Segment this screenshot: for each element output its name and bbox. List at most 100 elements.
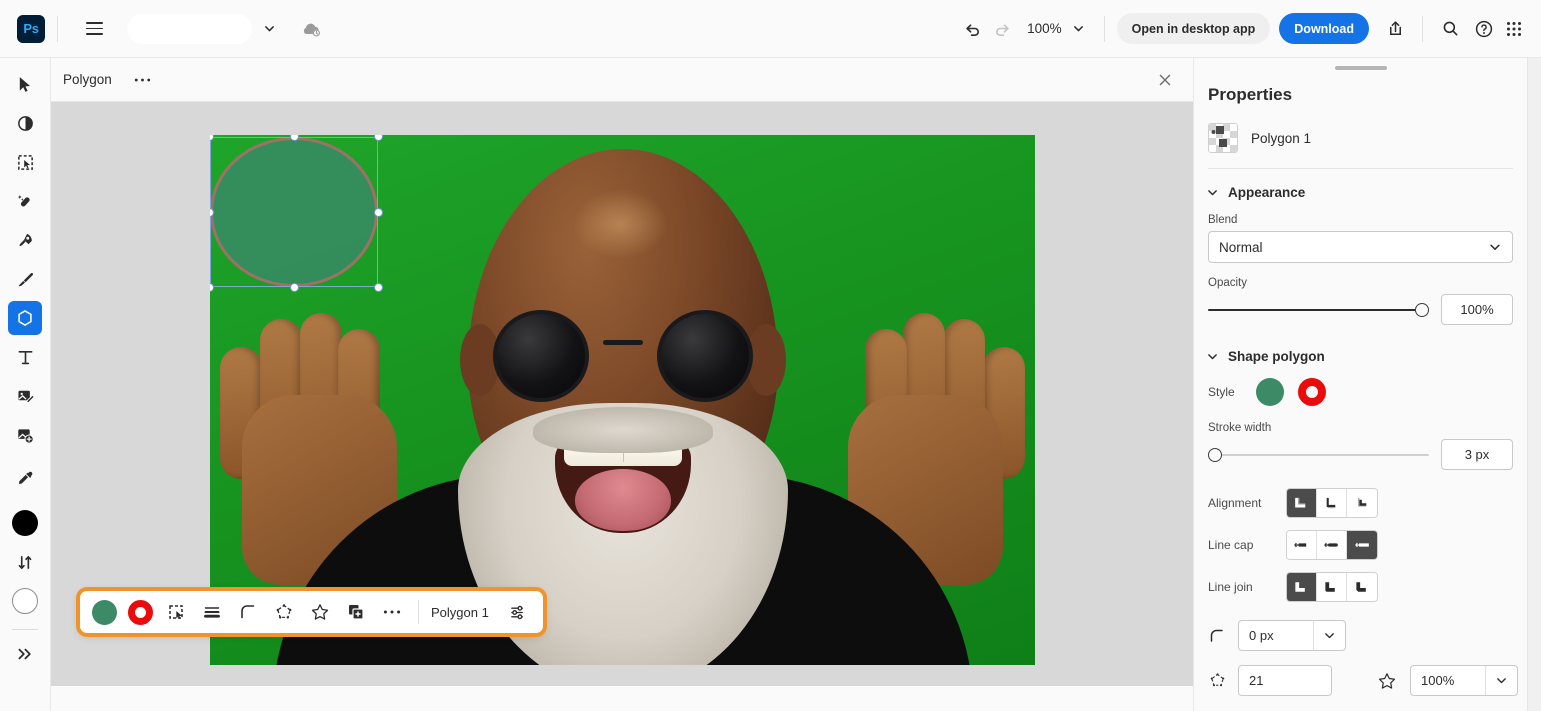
- generative-fill-tool[interactable]: [8, 418, 42, 452]
- opacity-slider[interactable]: [1208, 301, 1429, 319]
- filename-input[interactable]: [127, 14, 252, 44]
- ctx-fill-color-circle-icon[interactable]: [86, 595, 122, 629]
- quick-actions-tool[interactable]: [8, 223, 42, 257]
- open-in-desktop-app-button[interactable]: Open in desktop app: [1117, 13, 1271, 44]
- blend-chevron-down-icon[interactable]: [1488, 240, 1502, 254]
- appearance-section-header[interactable]: Appearance: [1206, 185, 1527, 200]
- line-cap-option-butt[interactable]: [1287, 531, 1317, 559]
- cloud-sync-icon[interactable]: [298, 16, 324, 42]
- background-color-swatch[interactable]: [8, 584, 42, 618]
- stroke-width-slider[interactable]: [1208, 446, 1429, 464]
- handle-middle-right: [374, 208, 383, 217]
- main-menu-icon[interactable]: [79, 14, 109, 44]
- photoshop-web-app: Ps: [0, 0, 1541, 711]
- zoom-control[interactable]: 100%: [1027, 16, 1092, 42]
- canvas-workspace[interactable]: Polygon 1: [51, 102, 1193, 686]
- stroke-width-input[interactable]: 3 px: [1441, 439, 1513, 470]
- panel-title: Properties: [1208, 85, 1527, 105]
- stroke-color-swatch[interactable]: [1298, 378, 1326, 406]
- opacity-input[interactable]: 100%: [1441, 294, 1513, 325]
- adjustment-tool[interactable]: [8, 106, 42, 140]
- opacity-slider-handle[interactable]: [1415, 303, 1429, 317]
- type-tool[interactable]: [8, 340, 42, 374]
- layer-thumbnail-checkerboard: [1208, 123, 1238, 153]
- expand-tools-icon[interactable]: [8, 637, 42, 671]
- object-select-tool[interactable]: [8, 145, 42, 179]
- ctx-more-dots-icon[interactable]: [374, 595, 410, 629]
- line-join-label: Line join: [1208, 580, 1286, 594]
- document-more-dots-icon[interactable]: [134, 77, 151, 83]
- zoom-chevron-down-icon[interactable]: [1066, 16, 1092, 42]
- alignment-option-outside[interactable]: [1347, 489, 1377, 517]
- swap-colors-icon[interactable]: [8, 545, 42, 579]
- redo-button[interactable]: [987, 14, 1017, 44]
- ctx-stroke-color-ring-icon[interactable]: [122, 595, 158, 629]
- ctx-corner-radius-arc-icon[interactable]: [230, 595, 266, 629]
- photoshop-logo[interactable]: Ps: [17, 15, 45, 43]
- ctx-sliders-settings-icon[interactable]: [501, 595, 537, 629]
- blend-mode-select[interactable]: Normal: [1208, 231, 1513, 263]
- shape-polygon-section-header[interactable]: Shape polygon: [1206, 349, 1527, 364]
- panel-drag-handle[interactable]: [1335, 66, 1387, 70]
- panel-divider: [1208, 168, 1513, 169]
- alignment-option-center[interactable]: [1317, 489, 1347, 517]
- corner-radius-input[interactable]: 0 px: [1239, 621, 1313, 650]
- selected-polygon-shape[interactable]: [210, 137, 378, 287]
- selection-bounding-box: [210, 137, 378, 287]
- panel-scrollbar[interactable]: [1527, 58, 1541, 711]
- star-ratio-combo[interactable]: 100%: [1410, 665, 1518, 696]
- polygon-sides-input[interactable]: 21: [1239, 666, 1313, 695]
- appearance-chevron-down-icon[interactable]: [1206, 186, 1219, 199]
- ctx-layer-name[interactable]: Polygon 1: [427, 605, 501, 620]
- ctx-stroke-weight-lines-icon[interactable]: [194, 595, 230, 629]
- close-document-icon[interactable]: [1153, 68, 1177, 92]
- line-cap-segmented-control[interactable]: [1286, 530, 1378, 560]
- brush-tool[interactable]: [8, 262, 42, 296]
- spot-heal-tool[interactable]: [8, 184, 42, 218]
- stroke-width-slider-handle[interactable]: [1208, 448, 1222, 462]
- polygon-sides-combo[interactable]: 21: [1238, 665, 1332, 696]
- alignment-segmented-control[interactable]: [1286, 488, 1378, 518]
- app-grid-icon[interactable]: [1499, 14, 1529, 44]
- layer-row[interactable]: Polygon 1: [1208, 123, 1527, 153]
- line-join-option-miter[interactable]: [1287, 573, 1317, 601]
- ctx-polygon-sides-icon[interactable]: [266, 595, 302, 629]
- line-join-option-round[interactable]: [1317, 573, 1347, 601]
- corner-radius-combo[interactable]: 0 px: [1238, 620, 1346, 651]
- line-cap-option-square[interactable]: [1347, 531, 1377, 559]
- line-cap-label: Line cap: [1208, 538, 1286, 552]
- search-icon[interactable]: [1435, 14, 1465, 44]
- eyedropper-tool[interactable]: [8, 461, 42, 495]
- handle-top-center: [290, 135, 299, 141]
- line-join-option-bevel[interactable]: [1347, 573, 1377, 601]
- star-ratio-input[interactable]: 100%: [1411, 666, 1485, 695]
- document-canvas[interactable]: [210, 135, 1035, 665]
- move-tool[interactable]: [8, 67, 42, 101]
- ctx-divider: [418, 600, 419, 624]
- opacity-row: 100%: [1208, 294, 1513, 325]
- star-ratio-chevron-down-icon[interactable]: [1485, 666, 1517, 695]
- shape-polygon-chevron-down-icon[interactable]: [1206, 350, 1219, 363]
- alignment-option-inside[interactable]: [1287, 489, 1317, 517]
- stroke-width-row: 3 px: [1208, 439, 1513, 470]
- fill-color-swatch[interactable]: [1256, 378, 1284, 406]
- line-cap-option-round[interactable]: [1317, 531, 1347, 559]
- ctx-duplicate-plus-icon[interactable]: [338, 595, 374, 629]
- undo-button[interactable]: [957, 14, 987, 44]
- line-join-segmented-control[interactable]: [1286, 572, 1378, 602]
- chevron-down-icon[interactable]: [256, 16, 282, 42]
- foreground-color-swatch[interactable]: [8, 506, 42, 540]
- document-tab-title[interactable]: Polygon: [63, 72, 112, 87]
- star-outline-icon: [1374, 671, 1400, 691]
- help-circle-icon[interactable]: [1469, 14, 1499, 44]
- ctx-star-outline-icon[interactable]: [302, 595, 338, 629]
- contextual-task-bar[interactable]: Polygon 1: [80, 591, 543, 633]
- share-divider: [1422, 16, 1423, 42]
- share-icon[interactable]: [1380, 14, 1410, 44]
- ctx-transform-crop-icon[interactable]: [158, 595, 194, 629]
- toolbar-divider: [57, 16, 58, 42]
- image-edit-tool[interactable]: [8, 379, 42, 413]
- download-button[interactable]: Download: [1279, 13, 1369, 44]
- corner-radius-chevron-down-icon[interactable]: [1313, 621, 1345, 650]
- shape-tool[interactable]: [8, 301, 42, 335]
